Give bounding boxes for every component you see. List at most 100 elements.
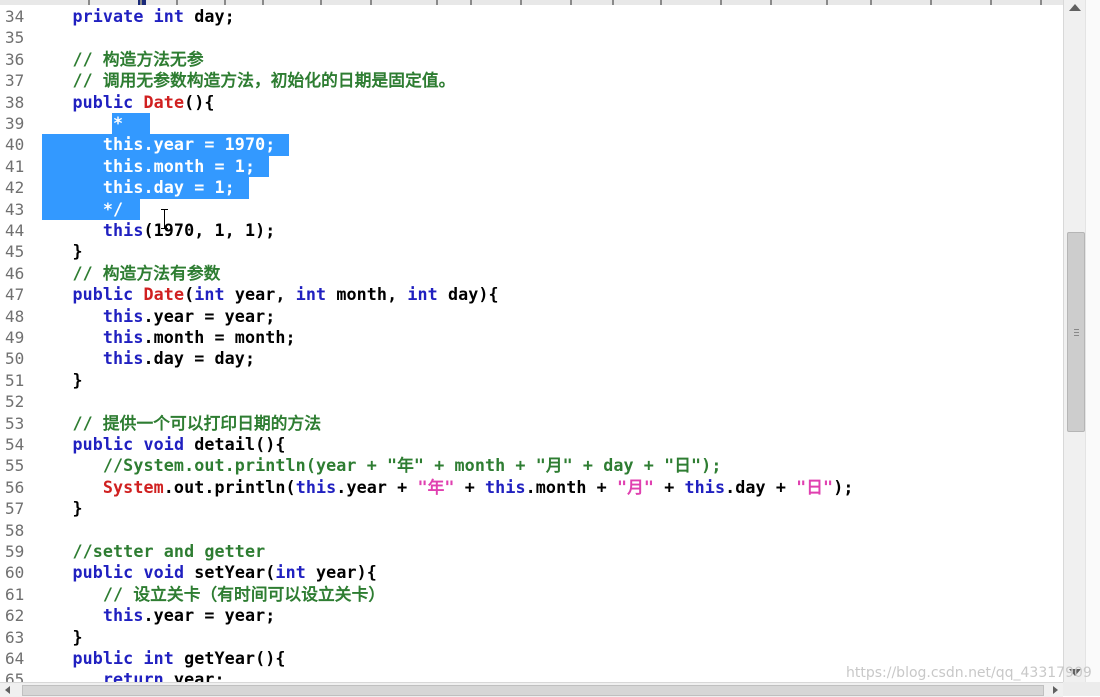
line-number: 34 xyxy=(5,7,25,26)
toolbar-tick xyxy=(176,0,178,5)
code-text: return year; xyxy=(102,669,225,682)
code-line[interactable]: 41 this.month = 1; xyxy=(0,155,1063,178)
vertical-scroll-thumb[interactable] xyxy=(1067,232,1085,432)
code-line[interactable]: 45 } xyxy=(0,241,1063,262)
line-number: 44 xyxy=(5,221,25,240)
code-text: public void setYear(int year){ xyxy=(72,562,377,583)
line-number: 37 xyxy=(5,71,25,91)
code-line[interactable]: 42 this.day = 1; xyxy=(0,177,1063,199)
code-line[interactable]: 34 private int day; xyxy=(0,6,1063,27)
code-text: public int getYear(){ xyxy=(72,648,286,668)
line-number: 48 xyxy=(5,306,25,326)
code-line[interactable]: 44 this(1970, 1, 1); xyxy=(0,220,1063,241)
line-number: 42 xyxy=(5,178,25,198)
code-text: } xyxy=(42,241,83,262)
code-text: public Date(int year, int month, int day… xyxy=(72,284,499,305)
line-number: 55 xyxy=(5,456,25,476)
code-line[interactable]: 58 xyxy=(0,520,1063,541)
line-number: 59 xyxy=(5,542,25,561)
text-cursor-icon xyxy=(161,209,168,229)
line-number: 53 xyxy=(5,413,25,433)
toolbar-tick xyxy=(990,0,992,5)
code-text: } xyxy=(42,369,83,390)
code-line[interactable]: 39 /* xyxy=(0,113,1063,135)
grip-icon xyxy=(1074,329,1079,330)
toolbar-tick xyxy=(436,0,438,5)
code-line[interactable]: 47 public Date(int year, int month, int … xyxy=(0,284,1063,305)
code-text: //System.out.println(year + "年" + month … xyxy=(102,455,722,476)
code-text: public Date(){ xyxy=(72,91,215,112)
code-line[interactable]: 52 xyxy=(0,391,1063,412)
line-number: 64 xyxy=(5,649,25,668)
code-line[interactable]: 56 System.out.println(this.year + "年" + … xyxy=(0,477,1063,498)
code-line[interactable]: 60 public void setYear(int year){ xyxy=(0,562,1063,583)
horizontal-scrollbar[interactable] xyxy=(0,682,1063,697)
toolbar-tick xyxy=(612,0,614,5)
line-number: 35 xyxy=(5,28,25,48)
toolbar-tick xyxy=(870,0,872,5)
code-line[interactable]: 53 // 提供一个可以打印日期的方法 xyxy=(0,413,1063,434)
line-number: 60 xyxy=(5,563,25,583)
line-number: 49 xyxy=(5,328,25,347)
code-line[interactable]: 51 } xyxy=(0,370,1063,391)
watermark: https://blog.csdn.net/qq_43317909 xyxy=(846,665,1092,681)
code-line[interactable]: 49 this.month = month; xyxy=(0,327,1063,348)
scroll-left-icon[interactable] xyxy=(5,686,10,694)
scroll-up-icon[interactable] xyxy=(1069,4,1081,11)
code-line[interactable]: 37 // 调用无参数构造方法，初始化的日期是固定值。 xyxy=(0,70,1063,91)
line-number: 54 xyxy=(5,435,25,454)
code-text: // 设立关卡（有时间可以设立关卡） xyxy=(102,583,386,604)
code-text: System.out.println(this.year + "年" + thi… xyxy=(102,476,854,497)
code-line[interactable]: 46 // 构造方法有参数 xyxy=(0,263,1063,284)
code-text: // 构造方法有参数 xyxy=(72,262,221,283)
code-text: public void detail(){ xyxy=(72,434,286,454)
code-line[interactable]: 35 xyxy=(0,27,1063,48)
code-line[interactable]: 38 public Date(){ xyxy=(0,92,1063,113)
code-line[interactable]: 48 this.year = year; xyxy=(0,306,1063,327)
line-number: 47 xyxy=(5,285,25,305)
code-line[interactable]: 61 // 设立关卡（有时间可以设立关卡） xyxy=(0,584,1063,605)
line-number: 36 xyxy=(5,49,25,69)
code-text: // 构造方法无参 xyxy=(72,48,204,69)
toolbar-tick xyxy=(470,0,472,5)
code-line[interactable]: 57 } xyxy=(0,498,1063,519)
toolbar-tick xyxy=(660,0,662,5)
code-text: //setter and getter xyxy=(72,541,266,561)
horizontal-scroll-thumb[interactable] xyxy=(22,685,1044,696)
vertical-scrollbar[interactable] xyxy=(1063,0,1086,682)
line-number: 57 xyxy=(5,499,25,519)
line-number: 50 xyxy=(5,349,25,369)
code-line[interactable]: 43 */ xyxy=(0,198,1063,220)
line-number: 40 xyxy=(5,135,25,155)
code-text: this(1970, 1, 1); xyxy=(102,220,276,240)
code-line[interactable]: 36 // 构造方法无参 xyxy=(0,49,1063,70)
code-text: } xyxy=(42,498,83,519)
line-number: 65 xyxy=(5,670,25,682)
scrollbar-corner xyxy=(1063,682,1100,696)
code-text: /* xyxy=(102,113,124,133)
line-number: 43 xyxy=(5,199,25,219)
code-line[interactable]: 54 public void detail(){ xyxy=(0,434,1063,455)
code-line[interactable]: 50 this.day = day; xyxy=(0,348,1063,369)
code-line[interactable]: 40 this.year = 1970; xyxy=(0,134,1063,156)
toolbar-tick xyxy=(262,0,264,5)
code-line[interactable]: 59 //setter and getter xyxy=(0,541,1063,562)
code-editor[interactable]: 34 private int day; 35 36 // 构造方法无参 37 // 调… xyxy=(0,0,1063,682)
line-number: 51 xyxy=(5,370,25,390)
toolbar-strip xyxy=(0,0,1063,5)
code-text: private int day; xyxy=(72,6,235,26)
code-line[interactable]: 63 } xyxy=(0,627,1063,648)
code-text: this.month = 1; xyxy=(102,155,256,176)
code-text: this.month = month; xyxy=(102,327,296,347)
line-number: 38 xyxy=(5,92,25,112)
toolbar-tick xyxy=(88,0,90,5)
scroll-right-icon[interactable] xyxy=(1053,686,1058,694)
code-line[interactable]: 62 this.year = year; xyxy=(0,605,1063,626)
code-text: */ xyxy=(102,198,124,219)
code-line[interactable]: 55 //System.out.println(year + "年" + mon… xyxy=(0,455,1063,476)
toolbar-tick xyxy=(140,0,142,5)
line-number: 58 xyxy=(5,520,25,540)
code-text: this.year = year; xyxy=(102,305,276,326)
code-text: } xyxy=(42,626,83,647)
line-number: 41 xyxy=(5,156,25,176)
